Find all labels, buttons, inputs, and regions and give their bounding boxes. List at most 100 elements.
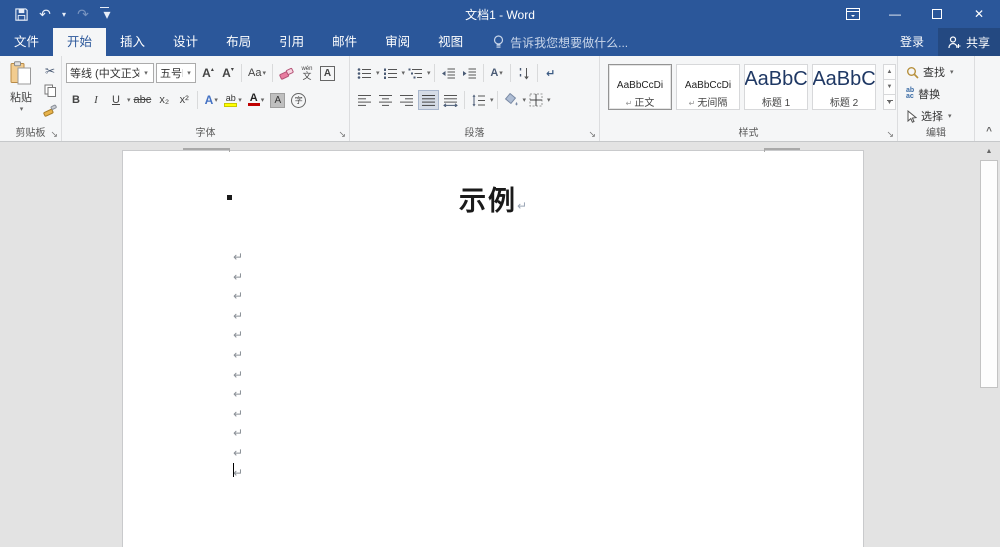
ribbon-tab[interactable]: 设计	[159, 28, 212, 56]
undo-icon[interactable]: ↶	[34, 3, 56, 25]
format-painter-icon[interactable]	[41, 102, 59, 119]
font-color-button[interactable]: A ▾	[246, 90, 267, 110]
ribbon-tab[interactable]: 插入	[106, 28, 159, 56]
shading-icon[interactable]	[502, 90, 521, 110]
style-scroll-up-icon[interactable]: ▲	[883, 64, 896, 80]
tab-file[interactable]: 文件	[0, 28, 53, 56]
collapse-ribbon-icon[interactable]: ^	[986, 126, 992, 137]
style-card[interactable]: AaBbCcDi ↵ 无间隔	[676, 64, 740, 110]
ribbon-tab[interactable]: 布局	[212, 28, 265, 56]
distribute-icon[interactable]	[441, 90, 460, 110]
phonetic-guide-icon[interactable]: wén 文	[298, 63, 316, 83]
ribbon-tab[interactable]: 开始	[53, 28, 107, 56]
ribbon: 粘贴 ▾ ✂ 剪贴板 ↘ 等线 (中文正文) ▾ 五号 ▾ A ▴ A ▾ Aa…	[0, 56, 1000, 142]
document-page[interactable]: 示例↵ ↵ ↵ ↵ ↵ ↵ ↵ ↵ ↵ ↵ ↵ ↵ ↵	[122, 148, 864, 547]
font-name-combo[interactable]: 等线 (中文正文) ▾	[66, 63, 154, 83]
style-gallery-more-icon[interactable]: ▼	[883, 95, 896, 110]
save-icon[interactable]	[10, 3, 32, 25]
paragraph-dialog-launcher-icon[interactable]: ↘	[588, 129, 596, 139]
style-card[interactable]: AaBbC 标题 1	[744, 64, 808, 110]
superscript-button[interactable]: x²	[175, 90, 193, 110]
customize-qat-icon[interactable]: ▾	[96, 3, 118, 25]
paragraph-mark: ↵	[233, 426, 244, 441]
line-spacing-icon[interactable]	[469, 90, 488, 110]
paragraph-mark: ↵	[233, 406, 244, 421]
italic-button[interactable]: I	[87, 90, 105, 110]
document-area: 示例↵ ↵ ↵ ↵ ↵ ↵ ↵ ↵ ↵ ↵ ↵ ↵ ↵ ▲	[0, 142, 1000, 547]
minimize-icon[interactable]: —	[874, 0, 916, 28]
close-icon[interactable]: ✕	[958, 0, 1000, 28]
select-button[interactable]: 选择 ▾	[906, 107, 952, 125]
replace-button[interactable]: ab ac 替换	[906, 85, 940, 103]
scroll-up-icon[interactable]: ▲	[980, 144, 998, 159]
character-shading-icon[interactable]: A	[268, 90, 287, 110]
change-case-button[interactable]: Aa ▾	[246, 63, 268, 83]
paragraph-marks: ↵ ↵ ↵ ↵ ↵ ↵ ↵ ↵ ↵ ↵ ↵ ↵	[233, 248, 243, 483]
styles-dialog-launcher-icon[interactable]: ↘	[886, 129, 894, 139]
justify-icon[interactable]	[418, 90, 439, 110]
style-scroll-down-icon[interactable]: ▼	[883, 80, 896, 95]
font-size-combo[interactable]: 五号 ▾	[156, 63, 196, 83]
share-button[interactable]: 共享	[937, 28, 1000, 56]
style-card[interactable]: AaBbC 标题 2	[812, 64, 876, 110]
highlight-button[interactable]: ab ▾	[222, 90, 244, 110]
sign-in-button[interactable]: 登录	[886, 28, 938, 56]
enclose-characters-icon[interactable]: 字	[289, 90, 308, 110]
vertical-scrollbar[interactable]: ▲	[978, 142, 1000, 547]
show-hide-marks-icon[interactable]: ↵	[542, 63, 560, 83]
clipboard-group: 粘贴 ▾ ✂ 剪贴板 ↘	[0, 56, 62, 141]
copy-icon[interactable]	[41, 82, 59, 99]
sort-icon[interactable]	[515, 63, 533, 83]
clear-formatting-icon[interactable]	[277, 63, 296, 83]
paragraph-mark: ↵	[233, 367, 244, 382]
paste-dropdown-icon[interactable]: ▾	[6, 105, 37, 113]
maximize-icon[interactable]	[916, 0, 958, 28]
select-dropdown-icon[interactable]: ▾	[948, 112, 952, 120]
bold-button[interactable]: B	[67, 90, 85, 110]
font-dialog-launcher-icon[interactable]: ↘	[338, 129, 346, 139]
increase-indent-icon[interactable]	[460, 63, 479, 83]
ribbon-tab[interactable]: 审阅	[371, 28, 424, 56]
clipboard-icon	[10, 61, 32, 85]
underline-dropdown-icon[interactable]: ▾	[127, 96, 131, 104]
borders-icon[interactable]	[527, 90, 545, 110]
find-label: 查找	[923, 67, 945, 79]
find-dropdown-icon[interactable]: ▾	[950, 68, 954, 76]
style-card[interactable]: AaBbCcDi ↵ 正文	[608, 64, 672, 110]
align-center-icon[interactable]	[376, 90, 395, 110]
multilevel-list-icon[interactable]	[406, 63, 425, 83]
numbering-icon[interactable]	[381, 63, 400, 83]
title-bar: ↶ ▾ ↷ ▾ 文档1 - Word — ✕	[0, 0, 1000, 28]
ribbon-tab[interactable]: 视图	[424, 28, 477, 56]
subscript-button[interactable]: x₂	[155, 90, 173, 110]
font-name-dropdown-icon[interactable]: ▾	[139, 69, 152, 77]
editing-group: 查找 ▾ ab ac 替换 选择 ▾ 编辑	[898, 56, 975, 141]
paragraph-group: ▾ ▾ ▾ A ▾ ↵ ▾ ▾ ▾ 段落 ↘	[350, 56, 600, 141]
align-right-icon[interactable]	[397, 90, 416, 110]
person-icon	[948, 35, 961, 49]
paragraph-group-label: 段落	[464, 128, 485, 139]
align-left-icon[interactable]	[355, 90, 374, 110]
undo-dropdown-icon[interactable]: ▾	[58, 3, 70, 25]
asian-layout-button[interactable]: A ▾	[488, 63, 506, 83]
paste-button[interactable]: 粘贴 ▾	[5, 61, 37, 113]
bullets-icon[interactable]	[355, 63, 374, 83]
scrollbar-thumb[interactable]	[980, 160, 998, 388]
ribbon-tab[interactable]: 引用	[265, 28, 318, 56]
ribbon-tab[interactable]: 邮件	[318, 28, 371, 56]
cut-icon[interactable]: ✂	[41, 62, 59, 79]
text-effects-button[interactable]: A ▾	[202, 90, 220, 110]
strikethrough-button[interactable]: abc	[132, 90, 154, 110]
character-border-icon[interactable]: A	[318, 63, 337, 83]
decrease-indent-icon[interactable]	[439, 63, 458, 83]
grow-font-button[interactable]: A ▴	[199, 63, 217, 83]
tell-me-box[interactable]: 告诉我您想要做什么...	[493, 28, 628, 56]
text-cursor	[233, 463, 234, 477]
ribbon-display-options-icon[interactable]	[832, 0, 874, 28]
clipboard-dialog-launcher-icon[interactable]: ↘	[50, 129, 58, 139]
shrink-font-button[interactable]: A ▾	[219, 63, 237, 83]
underline-button[interactable]: U	[107, 90, 125, 110]
font-size-dropdown-icon[interactable]: ▾	[182, 69, 195, 77]
find-button[interactable]: 查找 ▾	[906, 63, 954, 81]
paste-label: 粘贴	[10, 92, 32, 104]
